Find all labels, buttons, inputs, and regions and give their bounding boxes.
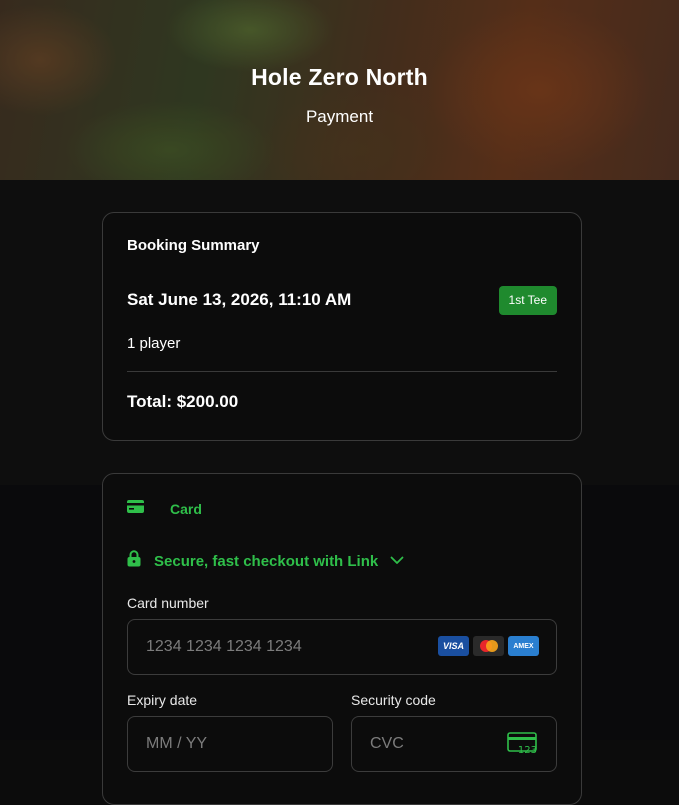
visa-icon: VISA (438, 636, 469, 656)
link-checkout-text: Secure, fast checkout with Link (154, 552, 379, 570)
booking-summary-title: Booking Summary (127, 237, 260, 254)
link-checkout-toggle[interactable]: Secure, fast checkout with Link (127, 550, 404, 572)
page-subtitle: Payment (305, 107, 374, 126)
payment-card: Card Secure, fast checkout with Link Car… (102, 473, 582, 805)
tee-badge: 1st Tee (498, 286, 557, 315)
security-code-field: 123 (351, 716, 557, 772)
tab-card-label: Card (170, 501, 202, 517)
cvc-icon-text: 123 (518, 745, 537, 754)
summary-divider (127, 371, 557, 372)
page-title: Hole Zero North (251, 64, 428, 90)
booking-datetime: Sat June 13, 2026, 11:10 AM (127, 290, 352, 309)
expiry-date-input[interactable] (127, 716, 333, 772)
mastercard-icon (473, 636, 504, 656)
expiry-date-label: Expiry date (127, 692, 198, 708)
booking-summary-card: Booking Summary Sat June 13, 2026, 11:10… (102, 212, 582, 441)
booking-total: Total: $200.00 (127, 392, 239, 411)
tab-card[interactable]: Card (127, 500, 202, 518)
amex-icon: AMEX (508, 636, 539, 656)
card-number-label: Card number (127, 595, 209, 611)
chevron-down-icon (390, 552, 404, 570)
card-brands: VISA AMEX (438, 636, 539, 656)
credit-card-icon (127, 500, 144, 518)
player-count: 1 player (127, 335, 181, 352)
cvc-card-icon: 123 (507, 732, 539, 759)
lock-icon (127, 550, 141, 572)
security-code-label: Security code (351, 692, 436, 708)
